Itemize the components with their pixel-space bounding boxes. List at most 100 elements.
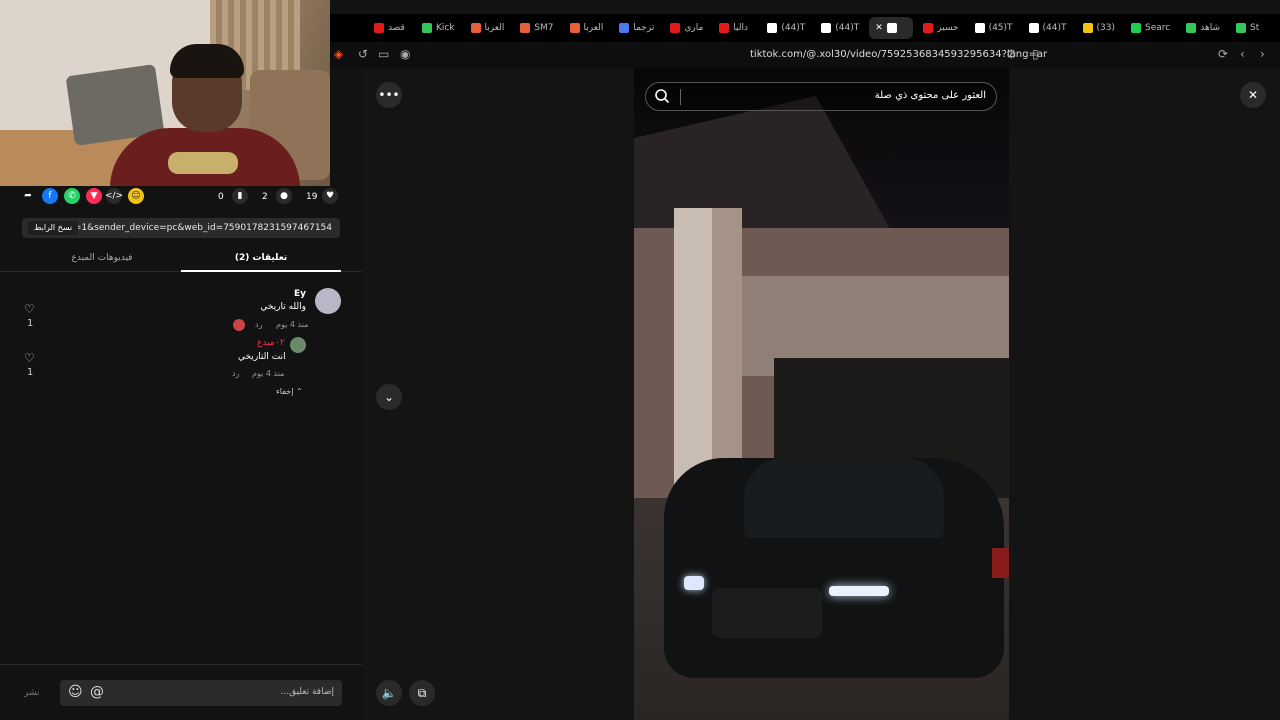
facebook-icon[interactable]: f xyxy=(42,188,58,204)
tab-creator-videos[interactable]: فيديوهات المبدع xyxy=(22,253,182,263)
avatar[interactable] xyxy=(290,337,306,353)
tab-title: Kick xyxy=(435,23,455,33)
smile-share-icon[interactable]: ☺ xyxy=(128,188,144,204)
tab-favicon-icon xyxy=(1028,23,1039,33)
browser-tab[interactable]: (44)T xyxy=(1023,17,1073,39)
copy-link-button[interactable]: نسخ الرابط xyxy=(28,221,79,235)
bookmark-icon[interactable]: ▯ xyxy=(1032,47,1039,61)
hide-replies-label: إخفاء xyxy=(276,387,294,396)
tab-favicon-icon xyxy=(974,23,985,33)
tab-favicon-icon xyxy=(719,23,730,33)
reader-icon[interactable]: ↺ xyxy=(358,47,368,61)
browser-tab[interactable]: (33) xyxy=(1077,17,1121,39)
more-options-button[interactable]: ••• xyxy=(376,82,402,108)
comment-input[interactable]: إضافة تعليق... ☺ @ xyxy=(60,680,342,706)
reply-button[interactable]: رد xyxy=(255,320,262,329)
tab-title: SM7 xyxy=(534,23,554,33)
heart-icon: ♥ xyxy=(322,188,338,204)
browser-tab[interactable]: (45)T xyxy=(969,17,1019,39)
tab-title: حسير xyxy=(937,23,959,33)
reply-button[interactable]: رد xyxy=(232,369,239,378)
comment-input-placeholder: إضافة تعليق... xyxy=(280,687,334,697)
post-button[interactable]: نشر xyxy=(24,688,40,698)
tab-favicon-icon xyxy=(923,23,934,33)
creator-badge: مبدع xyxy=(257,338,275,348)
tab-favicon-icon xyxy=(767,23,778,33)
share-link-url[interactable]: ...pp=1&sender_device=pc&web_id=75901782… xyxy=(54,223,332,233)
comment-like-icon[interactable]: ♡ xyxy=(24,302,35,316)
floating-player-button[interactable]: ⧉ xyxy=(409,680,435,706)
browser-tab[interactable]: SM7 xyxy=(514,17,559,39)
comment-text: انت التاريخي xyxy=(238,352,286,362)
cast-icon[interactable]: ▭ xyxy=(378,47,389,61)
hide-replies-button[interactable]: ⌃ إخفاء xyxy=(276,387,303,396)
mention-icon[interactable]: @ xyxy=(90,684,104,700)
comment-count: 2 xyxy=(262,192,268,202)
reply-username[interactable]: ٠٢ xyxy=(275,338,285,348)
close-tab-icon[interactable]: ✕ xyxy=(875,23,883,33)
related-search-text: العثور على محتوى ذي صلة xyxy=(874,90,986,101)
brave-shield-icon[interactable]: ◈ xyxy=(334,47,343,61)
share-arrow-icon[interactable]: ➦ xyxy=(20,188,36,204)
save-button[interactable]: ▮ xyxy=(232,188,248,204)
tab-comments[interactable]: تعليقات (2) xyxy=(181,253,341,263)
search-icon[interactable] xyxy=(654,88,670,104)
related-search-bar[interactable]: العثور على محتوى ذي صلة xyxy=(645,82,997,111)
tab-favicon-icon xyxy=(373,23,384,33)
tab-favicon-icon xyxy=(1186,23,1197,33)
tab-title: St xyxy=(1250,23,1260,33)
tab-favicon-icon xyxy=(886,23,897,33)
browser-tab[interactable]: قصد xyxy=(368,17,412,39)
browser-tab[interactable]: Searc xyxy=(1125,17,1176,39)
browser-tab[interactable]: ترجما xyxy=(613,17,660,39)
embed-icon[interactable]: </> xyxy=(105,188,123,204)
browser-tab[interactable]: Kick xyxy=(416,17,461,39)
tab-title: شاهد xyxy=(1200,23,1220,33)
broadcast-icon[interactable]: ◉ xyxy=(400,47,410,61)
tab-favicon-icon xyxy=(1236,23,1246,33)
close-button[interactable]: ✕ xyxy=(1240,82,1266,108)
tab-title: قصد xyxy=(387,23,405,33)
comment-button[interactable]: ● xyxy=(276,188,292,204)
tab-favicon-icon xyxy=(619,23,630,33)
comment-icon: ● xyxy=(276,188,292,204)
video-player[interactable] xyxy=(634,68,1009,720)
whatsapp-icon[interactable]: ✆ xyxy=(64,188,80,204)
volume-button[interactable]: 🔈 xyxy=(376,680,402,706)
picture-in-picture-icon: ⧉ xyxy=(417,685,427,700)
next-video-button[interactable]: ⌄ xyxy=(376,384,402,410)
avatar[interactable] xyxy=(315,288,341,314)
cam-person-hair xyxy=(170,44,244,78)
forward-icon[interactable]: › xyxy=(1260,47,1265,61)
browser-tab[interactable]: ✕ xyxy=(869,17,914,39)
back-icon[interactable]: ‹ xyxy=(1240,47,1245,61)
comment-username[interactable]: Ey xyxy=(294,289,306,299)
browser-tab[interactable]: ماري xyxy=(664,17,709,39)
browser-tab[interactable]: (44)T xyxy=(815,17,865,39)
panel-tabs: تعليقات (2) فيديوهات المبدع xyxy=(0,248,362,272)
bookmark-icon: ▮ xyxy=(232,188,248,204)
url-text[interactable]: tiktok.com/@.xol30/video/759253683459329… xyxy=(750,49,1047,60)
save-count: 0 xyxy=(218,192,224,202)
tab-title: Searc xyxy=(1145,23,1171,33)
tab-title: (44)T xyxy=(781,23,806,33)
browser-tab[interactable]: (44)T xyxy=(761,17,811,39)
browser-tab[interactable]: العربا xyxy=(564,17,610,39)
reload-icon[interactable]: ⟳ xyxy=(1218,47,1228,61)
tab-title: (33) xyxy=(1096,23,1116,33)
tab-title: العربا xyxy=(583,23,604,33)
repost-icon[interactable]: ▼ xyxy=(86,188,102,204)
comment-like-icon[interactable]: ♡ xyxy=(24,351,35,365)
browser-tab[interactable]: شاهد xyxy=(1180,17,1226,39)
tab-favicon-icon xyxy=(520,23,531,33)
like-button[interactable]: ♥ xyxy=(322,188,338,204)
tab-favicon-icon xyxy=(421,23,432,33)
browser-tab[interactable]: العربا xyxy=(465,17,511,39)
comment-like-count: 1 xyxy=(27,318,34,329)
browser-tab[interactable]: حسير xyxy=(917,17,964,39)
browser-tab[interactable]: St xyxy=(1230,17,1274,39)
tab-favicon-icon xyxy=(1131,23,1142,33)
emoji-icon[interactable]: ☺ xyxy=(68,684,83,700)
site-settings-icon[interactable]: ⚙ xyxy=(1006,47,1017,61)
browser-tab[interactable]: داليا xyxy=(713,17,757,39)
